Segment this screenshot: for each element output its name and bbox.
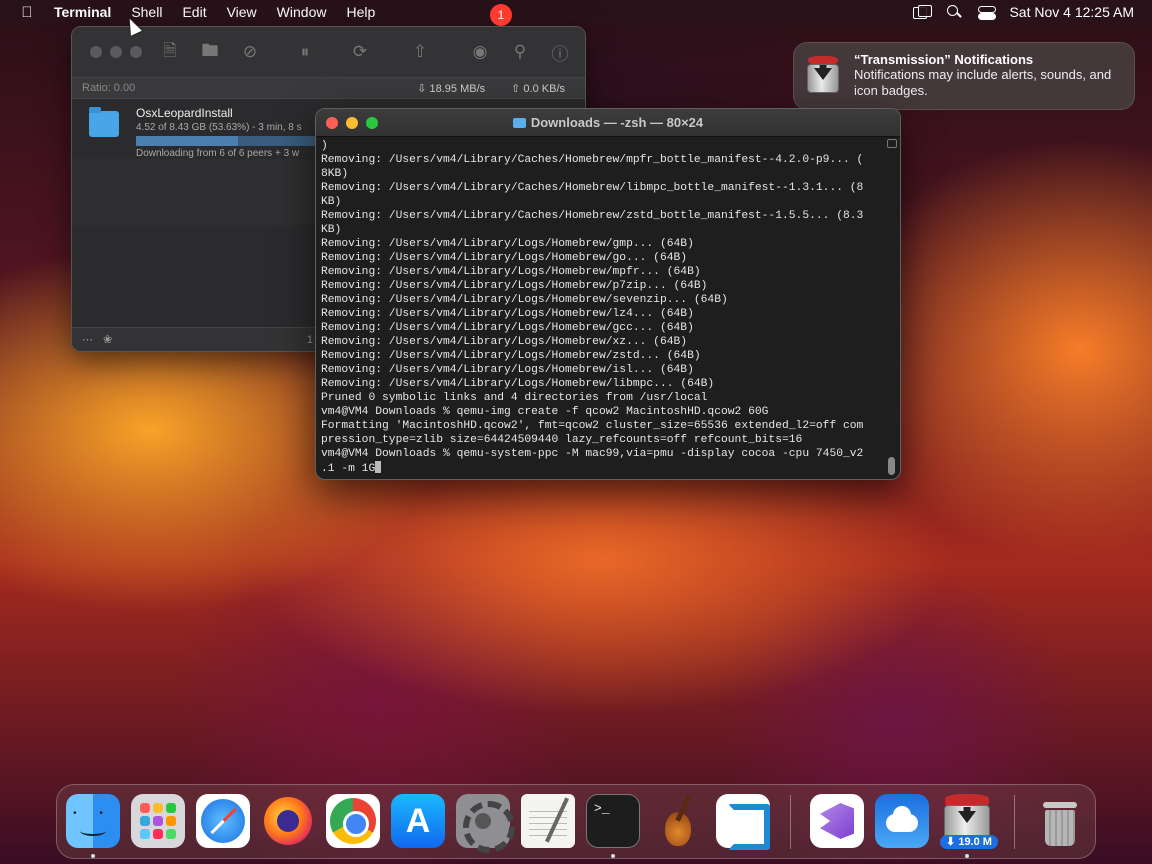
settings-notification-badge: 1	[490, 4, 512, 26]
download-speed: ⇩ 18.95 MB/s	[417, 82, 486, 95]
dock-weather[interactable]	[875, 794, 929, 848]
terminal-input-line[interactable]: .1 -m 1G	[321, 461, 883, 475]
terminal-line: KB)	[321, 224, 342, 236]
transmission-status-bar: Ratio: 0.00 ⇩ 18.95 MB/s ⇧ 0.0 KB/s	[72, 77, 585, 99]
dock-app-store[interactable]: A	[391, 794, 445, 848]
dock-trash[interactable]	[1033, 794, 1087, 848]
screen-mirroring-icon[interactable]	[913, 5, 933, 19]
dock-running-indicator	[91, 854, 95, 858]
torrent-progress-fill	[136, 136, 238, 146]
create-torrent-icon[interactable]: 🗎	[150, 38, 190, 67]
control-center-icon[interactable]	[977, 5, 997, 20]
menu-view[interactable]: View	[217, 0, 267, 24]
terminal-line: Removing: /Users/vm4/Library/Caches/Home…	[321, 182, 864, 194]
terminal-line: Removing: /Users/vm4/Library/Logs/Homebr…	[321, 378, 715, 390]
terminal-line: Formatting 'MacintoshHD.qcow2', fmt=qcow…	[321, 420, 864, 432]
terminal-window: Downloads — -zsh — 80×24 ) Removing: /Use…	[315, 108, 901, 480]
pause-icon[interactable]: ⏸	[270, 42, 340, 62]
inspector-info-icon[interactable]: ⓘ	[540, 40, 580, 65]
terminal-line: Removing: /Users/vm4/Library/Logs/Homebr…	[321, 308, 694, 320]
terminal-line: Removing: /Users/vm4/Library/Logs/Homebr…	[321, 350, 701, 362]
terminal-line: Removing: /Users/vm4/Library/Logs/Homebr…	[321, 280, 708, 292]
menu-edit[interactable]: Edit	[172, 0, 216, 24]
dock-separator	[790, 795, 791, 849]
terminal-line: Removing: /Users/vm4/Library/Caches/Home…	[321, 154, 864, 166]
ratio-label[interactable]: Ratio: 0.00	[82, 82, 135, 94]
notification-title: “Transmission” Notifications	[854, 52, 1034, 67]
terminal-line: Removing: /Users/vm4/Library/Logs/Homebr…	[321, 364, 694, 376]
dock-running-indicator	[611, 854, 615, 858]
transmission-toolbar: 🗎 🖿 ⊘ ⏸ ⟳ ⇧ ◉ ⚲ ⓘ	[72, 27, 585, 77]
apple-menu-icon[interactable]: 	[0, 4, 54, 21]
transmission-app-icon	[804, 56, 842, 94]
notification-body: Notifications may include alerts, sounds…	[854, 67, 1112, 98]
zoom-button[interactable]	[366, 116, 378, 129]
dock-safari[interactable]	[196, 794, 250, 848]
dock-terminal[interactable]: >_	[586, 794, 640, 848]
terminal-line: 8KB)	[321, 168, 349, 180]
menu-clock[interactable]: Sat Nov 4 12:25 AM	[1009, 4, 1134, 20]
terminal-line: Pruned 0 symbolic links and 4 directorie…	[321, 392, 708, 404]
folder-icon	[512, 118, 526, 128]
terminal-line: KB)	[321, 196, 342, 208]
dock-system-settings[interactable]	[456, 794, 515, 853]
text-cursor	[375, 461, 382, 473]
dock-chrome[interactable]	[326, 794, 380, 848]
terminal-line: Removing: /Users/vm4/Library/Logs/Homebr…	[321, 294, 728, 306]
dock-textedit[interactable]	[521, 794, 575, 848]
terminal-line: Removing: /Users/vm4/Library/Logs/Homebr…	[321, 322, 694, 334]
terminal-line: Removing: /Users/vm4/Library/Logs/Homebr…	[321, 266, 701, 278]
dock-running-indicator	[965, 854, 969, 858]
terminal-line: Removing: /Users/vm4/Library/Logs/Homebr…	[321, 252, 688, 264]
dock: A >_	[56, 784, 1096, 859]
share-icon[interactable]: ⇧	[380, 42, 460, 62]
dock-finder[interactable]	[66, 794, 120, 848]
terminal-line: Removing: /Users/vm4/Library/Logs/Homebr…	[321, 238, 694, 250]
minimize-button[interactable]	[346, 116, 358, 129]
resume-icon[interactable]: ⟳	[340, 42, 380, 62]
upload-speed: ⇧ 0.0 KB/s	[511, 82, 565, 95]
terminal-line: Removing: /Users/vm4/Library/Logs/Homebr…	[321, 336, 688, 348]
terminal-line: )	[321, 140, 328, 152]
terminal-output[interactable]: ) Removing: /Users/vm4/Library/Caches/Hom…	[321, 139, 883, 475]
close-button[interactable]	[326, 116, 338, 129]
terminal-line: vm4@VM4 Downloads % qemu-img create -f q…	[321, 406, 769, 418]
dock-garageband[interactable]	[651, 794, 705, 848]
terminal-line: vm4@VM4 Downloads % qemu-system-ppc -M m…	[321, 448, 864, 460]
scrollbar-thumb[interactable]	[888, 457, 895, 475]
dock-vscode[interactable]	[716, 794, 770, 850]
filter-search-icon[interactable]: ⚲	[500, 42, 540, 62]
spotlight-search-icon[interactable]	[945, 5, 963, 19]
terminal-line: Removing: /Users/vm4/Library/Caches/Home…	[321, 210, 864, 222]
zoom-button[interactable]	[130, 46, 142, 58]
terminal-line: pression_type=zlib size=64424509440 lazy…	[321, 434, 803, 446]
folder-icon	[89, 107, 119, 137]
terminal-titlebar[interactable]: Downloads — -zsh — 80×24	[316, 109, 900, 137]
dock-launchpad[interactable]	[131, 794, 185, 848]
open-folder-icon[interactable]: 🖿	[190, 38, 230, 67]
scroll-up-button[interactable]	[887, 139, 897, 148]
menu-app-terminal[interactable]: Terminal	[54, 0, 121, 24]
dock-firefox[interactable]	[261, 794, 315, 848]
remove-icon[interactable]: ⊘	[230, 42, 270, 62]
terminal-scrollbar[interactable]	[887, 139, 897, 479]
menu-help[interactable]: Help	[336, 0, 385, 24]
torrent-count: 1	[306, 333, 313, 346]
minimize-button[interactable]	[110, 46, 122, 58]
notification-banner[interactable]: “Transmission” Notifications Notificatio…	[793, 42, 1135, 110]
close-button[interactable]	[90, 46, 102, 58]
action-menu-icon[interactable]: ⋯	[82, 333, 93, 346]
transmission-speed-badge: ⬇ 19.0 M	[940, 835, 998, 849]
dock-visual-studio[interactable]	[810, 794, 864, 848]
quicklook-eye-icon[interactable]: ◉	[460, 42, 500, 62]
dock-separator	[1014, 795, 1015, 849]
speed-limit-turtle-icon[interactable]: ❀	[103, 333, 112, 346]
menu-bar:  Terminal Shell Edit View Window Help S…	[0, 0, 1152, 24]
menu-window[interactable]: Window	[267, 0, 337, 24]
terminal-title: Downloads — -zsh — 80×24	[316, 115, 900, 130]
torrent-progress-bar	[136, 136, 326, 146]
